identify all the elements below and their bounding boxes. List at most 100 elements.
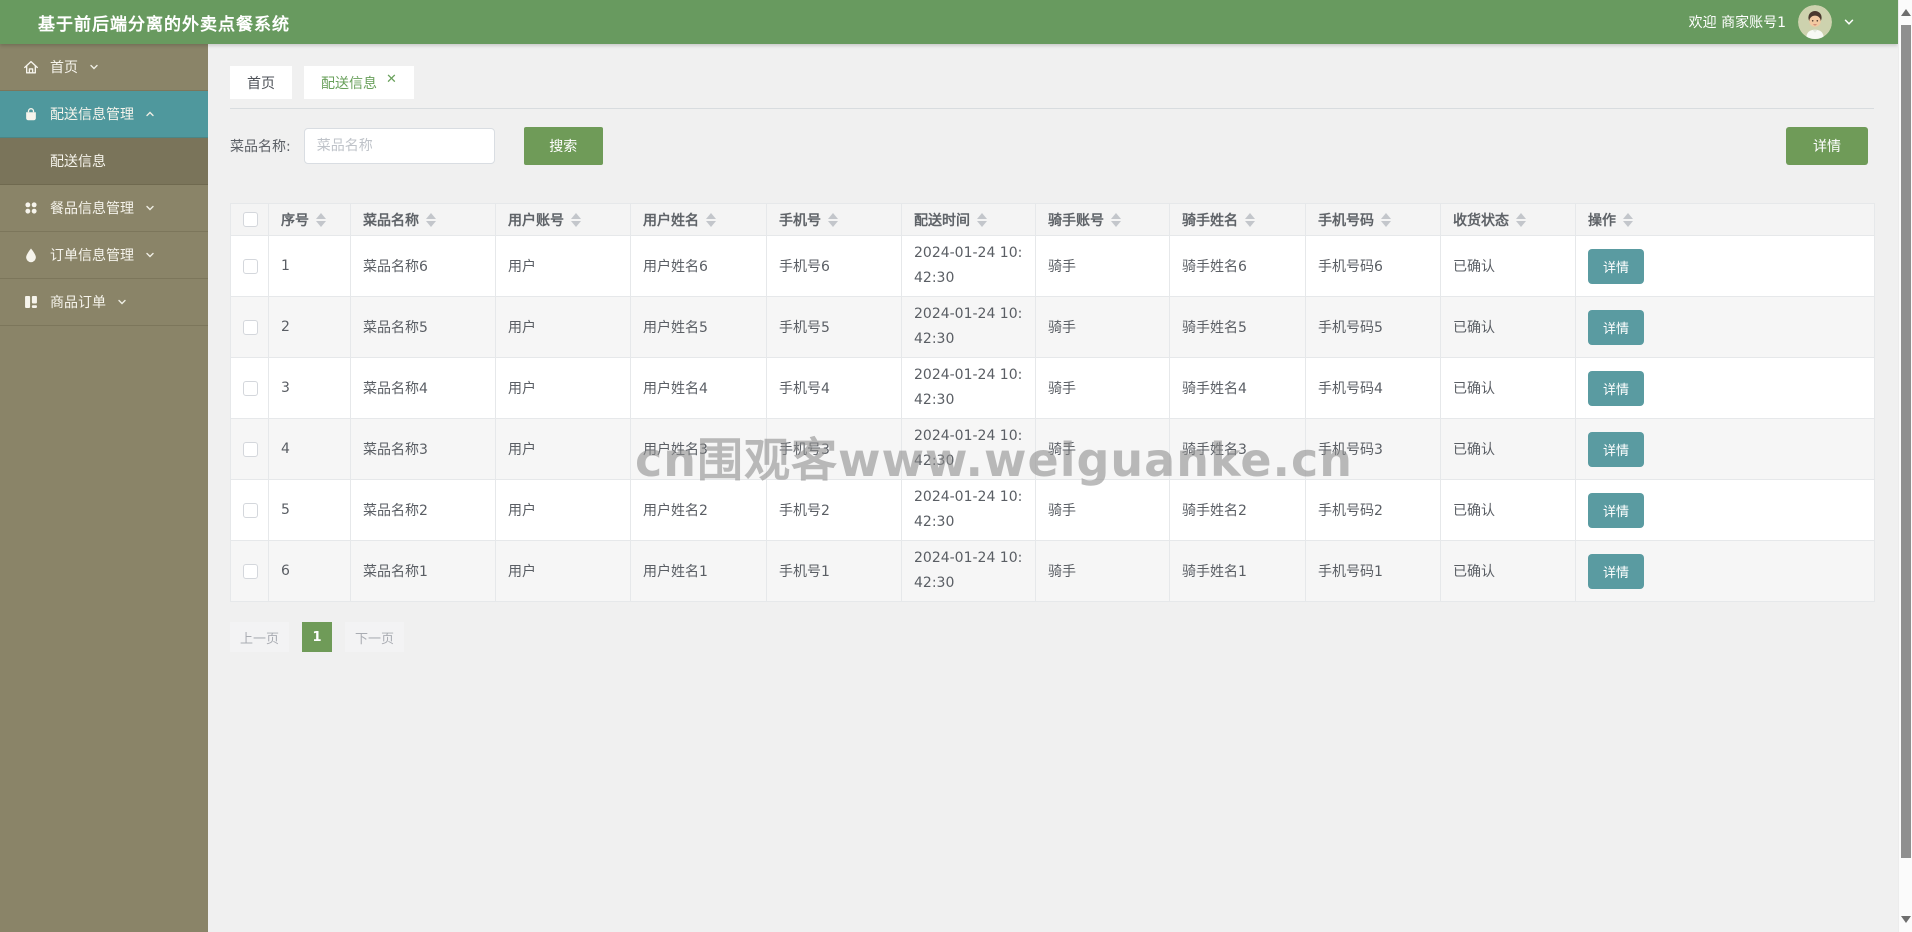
cell-delivery-time: 2024-01-24 10:42:30 xyxy=(901,418,1036,480)
row-detail-button[interactable]: 详情 xyxy=(1588,370,1645,406)
sidebar-item-goods-order[interactable]: 商品订单 xyxy=(0,279,208,326)
tab-home[interactable]: 首页 xyxy=(230,66,292,99)
sort-caret-icon xyxy=(828,212,838,227)
cell-index: 3 xyxy=(268,357,351,419)
search-button[interactable]: 搜索 xyxy=(523,127,603,165)
sidebar-item-label: 订单信息管理 xyxy=(50,248,134,264)
column-header[interactable]: 序号 xyxy=(268,203,351,236)
scrollbar-thumb[interactable] xyxy=(1901,25,1911,858)
scrollbar[interactable] xyxy=(1898,0,1912,932)
cell-actions: 详情 xyxy=(1575,540,1875,602)
row-checkbox[interactable] xyxy=(243,258,258,274)
table-row: 5 菜品名称2 用户 用户姓名2 手机号2 2024-01-24 10:42:30 骑手 骑手… xyxy=(230,479,1875,541)
column-header-label: 用户姓名 xyxy=(643,212,699,229)
sidebar-item-delivery-info[interactable]: 配送信息 xyxy=(0,138,208,185)
column-header-label: 序号 xyxy=(281,212,309,229)
cell-rider-name: 骑手姓名1 xyxy=(1169,540,1306,602)
cell-rider-phone: 手机号码5 xyxy=(1305,296,1441,358)
row-select-cell xyxy=(230,357,269,419)
sort-caret-icon xyxy=(1516,212,1526,227)
cell-receipt-status: 已确认 xyxy=(1440,296,1576,358)
sidebar-item-home[interactable]: 首页 xyxy=(0,44,208,91)
cell-user-account: 用户 xyxy=(495,418,631,480)
sort-caret-icon xyxy=(571,212,581,227)
next-page-button[interactable]: 下一页 xyxy=(345,622,405,652)
column-header[interactable]: 操作 xyxy=(1575,203,1875,236)
row-select-cell xyxy=(230,540,269,602)
cell-actions: 详情 xyxy=(1575,296,1875,358)
cell-user-account: 用户 xyxy=(495,296,631,358)
column-header-label: 手机号 xyxy=(779,212,821,229)
cell-user-name: 用户姓名1 xyxy=(630,540,767,602)
cell-user-account: 用户 xyxy=(495,235,631,297)
cell-dish-name: 菜品名称5 xyxy=(350,296,496,358)
column-header[interactable]: 菜品名称 xyxy=(350,203,496,236)
column-header[interactable]: 手机号码 xyxy=(1305,203,1441,236)
column-header[interactable]: 配送时间 xyxy=(901,203,1036,236)
tab-delivery-info[interactable]: 配送信息 ✕ xyxy=(304,66,414,99)
cell-rider-phone: 手机号码4 xyxy=(1305,357,1441,419)
welcome-text: 欢迎 商家账号1 xyxy=(1688,15,1786,31)
tab-close-icon[interactable]: ✕ xyxy=(386,73,397,86)
layout-icon xyxy=(22,293,40,311)
cell-rider-phone: 手机号码6 xyxy=(1305,235,1441,297)
column-header[interactable]: 用户姓名 xyxy=(630,203,767,236)
row-detail-button[interactable]: 详情 xyxy=(1588,492,1645,528)
user-menu-chevron-down-icon[interactable] xyxy=(1842,15,1856,29)
cell-user-name: 用户姓名3 xyxy=(630,418,767,480)
cell-user-account: 用户 xyxy=(495,540,631,602)
column-header-label: 配送时间 xyxy=(914,212,970,229)
row-checkbox[interactable] xyxy=(243,502,258,518)
cell-user-name: 用户姓名4 xyxy=(630,357,767,419)
main-content: 首页 配送信息 ✕ 菜品名称: 搜索 详情 序号 菜品名称 用户账号 用户姓名 手机号 配送时… xyxy=(208,44,1898,932)
select-all-header-cell xyxy=(230,203,269,236)
dish-name-input[interactable] xyxy=(303,128,495,164)
chevron-up-icon xyxy=(144,108,156,120)
cell-rider-name: 骑手姓名3 xyxy=(1169,418,1306,480)
row-checkbox[interactable] xyxy=(243,441,258,457)
sidebar: 首页 配送信息管理 配送信息 餐品信息管理订单信息管理商品订单 xyxy=(0,44,208,932)
chevron-down-icon xyxy=(144,202,156,214)
column-header[interactable]: 骑手姓名 xyxy=(1169,203,1306,236)
select-all-checkbox[interactable] xyxy=(243,212,258,227)
cell-user-name: 用户姓名5 xyxy=(630,296,767,358)
cell-delivery-time: 2024-01-24 10:42:30 xyxy=(901,235,1036,297)
row-detail-button[interactable]: 详情 xyxy=(1588,248,1645,284)
filter-row: 菜品名称: 搜索 详情 xyxy=(230,126,1868,166)
column-header[interactable]: 手机号 xyxy=(766,203,902,236)
column-header-label: 手机号码 xyxy=(1318,212,1374,229)
cell-user-account: 用户 xyxy=(495,479,631,541)
scroll-down-arrow-icon[interactable] xyxy=(1901,916,1911,923)
cell-rider-account: 骑手 xyxy=(1035,296,1170,358)
sidebar-item-order-manage[interactable]: 订单信息管理 xyxy=(0,232,208,279)
column-header[interactable]: 收货状态 xyxy=(1440,203,1576,236)
detail-toolbar-button[interactable]: 详情 xyxy=(1786,127,1868,165)
scroll-up-arrow-icon[interactable] xyxy=(1901,9,1911,16)
sort-caret-icon xyxy=(1623,212,1633,227)
tabs-divider xyxy=(230,108,1874,109)
sort-caret-icon xyxy=(316,212,326,227)
row-checkbox[interactable] xyxy=(243,380,258,396)
avatar[interactable] xyxy=(1798,5,1832,39)
row-checkbox[interactable] xyxy=(243,563,258,579)
row-detail-button[interactable]: 详情 xyxy=(1588,553,1645,589)
cell-index: 1 xyxy=(268,235,351,297)
sidebar-item-meal-manage[interactable]: 餐品信息管理 xyxy=(0,185,208,232)
cell-index: 4 xyxy=(268,418,351,480)
cell-rider-account: 骑手 xyxy=(1035,235,1170,297)
cell-receipt-status: 已确认 xyxy=(1440,540,1576,602)
sidebar-item-delivery-manage[interactable]: 配送信息管理 xyxy=(0,91,208,138)
cell-rider-name: 骑手姓名2 xyxy=(1169,479,1306,541)
column-header[interactable]: 骑手账号 xyxy=(1035,203,1170,236)
cell-index: 5 xyxy=(268,479,351,541)
column-header-label: 骑手账号 xyxy=(1048,212,1104,229)
row-detail-button[interactable]: 详情 xyxy=(1588,309,1645,345)
prev-page-button[interactable]: 上一页 xyxy=(230,622,290,652)
cell-receipt-status: 已确认 xyxy=(1440,235,1576,297)
row-detail-button[interactable]: 详情 xyxy=(1588,431,1645,467)
column-header[interactable]: 用户账号 xyxy=(495,203,631,236)
cell-rider-phone: 手机号码2 xyxy=(1305,479,1441,541)
cell-index: 6 xyxy=(268,540,351,602)
page-number-button[interactable]: 1 xyxy=(302,622,333,652)
row-checkbox[interactable] xyxy=(243,319,258,335)
